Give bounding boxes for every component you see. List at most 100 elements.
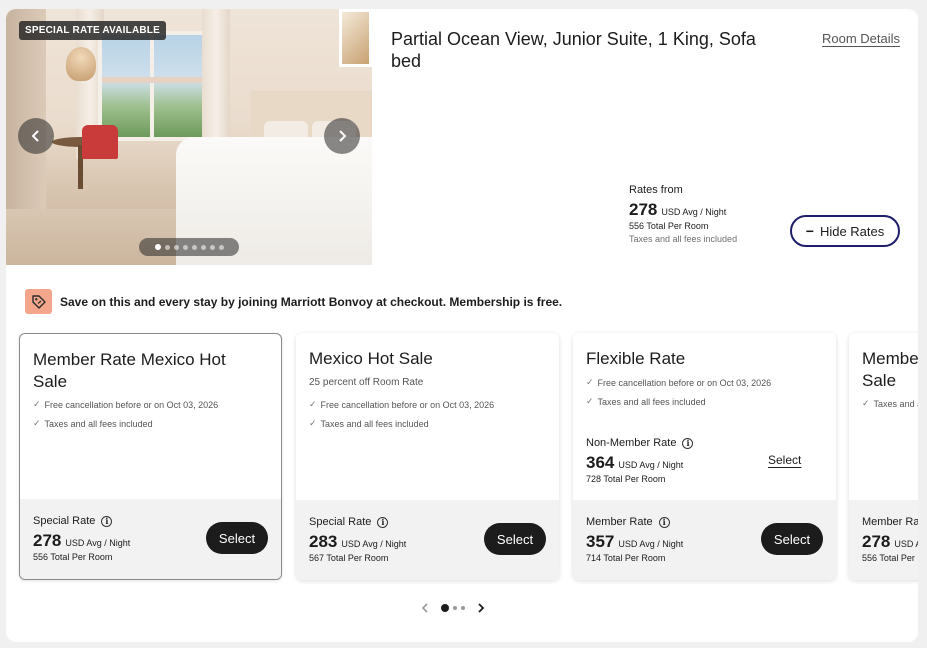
rate-price: 357 xyxy=(586,532,615,551)
photo-prev-button[interactable] xyxy=(18,118,54,154)
photo-dot[interactable] xyxy=(173,244,179,250)
nonmember-rate-block: Non-Member Rate i 364 USD Avg / Night 728 … xyxy=(586,437,694,484)
pager-dot[interactable] xyxy=(441,604,449,612)
rate-feature-text: Taxes and all fees included xyxy=(320,418,429,429)
rate-feature-text: Taxes and all fees included xyxy=(873,398,918,409)
photo-floor xyxy=(6,209,176,265)
photo-dots-indicator[interactable] xyxy=(139,238,239,256)
rates-from-price: 278 xyxy=(629,200,658,219)
rate-price-line: 278USD Avg / Night xyxy=(33,531,130,551)
photo-next-button[interactable] xyxy=(324,118,360,154)
rate-feature-text: Free cancellation before or on Oct 03, 2… xyxy=(44,399,219,410)
rate-price-line: 357 USD Avg / Night xyxy=(586,532,683,552)
bonvoy-promo-banner: Save on this and every stay by joining M… xyxy=(25,289,562,314)
rate-label: Special Rate xyxy=(33,515,96,527)
photo-chair xyxy=(82,125,118,159)
rate-unit: USD Avg / Night xyxy=(341,539,407,549)
chevron-left-icon xyxy=(31,130,39,142)
rate-price: 278 xyxy=(33,531,62,550)
rate-feature-text: Taxes and all fees included xyxy=(44,418,153,429)
room-photo-carousel: SPECIAL RATE AVAILABLE xyxy=(6,9,372,265)
rate-label-row: Special Rate i xyxy=(33,515,130,527)
rate-price-line: 364 USD Avg / Night xyxy=(586,453,693,473)
rate-block: Special Rate i 278 USD Avg / Night 556 Tot… xyxy=(33,515,130,562)
select-button[interactable]: Select xyxy=(761,523,823,555)
photo-dot[interactable] xyxy=(164,244,170,250)
photo-dot[interactable] xyxy=(191,244,197,250)
rate-card-subtitle: 25 percent off Room Rate xyxy=(309,377,424,388)
rate-label-row: Special Rate i xyxy=(309,516,406,528)
hide-rates-label: Hide Rates xyxy=(819,223,885,239)
rate-card[interactable]: Mexico Hot Sale 25 percent off Room Rate… xyxy=(296,333,559,580)
rate-label-row: Non-Member Rate i xyxy=(586,437,694,449)
check-icon: ✓ xyxy=(586,396,594,406)
rate-total: 567 Total Per Room xyxy=(309,553,389,563)
rate-feature: ✓Taxes and all fees included xyxy=(33,418,153,429)
photo-wall-art xyxy=(339,9,372,67)
rate-card-title: Flexible Rate xyxy=(586,349,686,368)
rate-card[interactable]: Member Rate Mexico Hot Sale ✓Taxes and a… xyxy=(849,333,918,580)
rate-block: Member Rate 278USD Avg / Night 556 Total… xyxy=(862,516,918,563)
rate-feature: ✓ Free cancellation before or on Oct 03, … xyxy=(586,377,771,388)
rate-card[interactable]: Member Rate Mexico Hot Sale ✓ Free cancel… xyxy=(19,333,282,580)
rate-price-line: 283 USD Avg / Night xyxy=(309,532,406,552)
select-button[interactable]: Select xyxy=(206,522,268,554)
nonmember-select-link[interactable]: Select xyxy=(768,453,801,467)
photo-dot[interactable] xyxy=(182,244,188,250)
check-icon: ✓ xyxy=(586,377,594,387)
photo-lamp xyxy=(66,47,96,81)
rate-feature: ✓Taxes and all fees included xyxy=(862,398,918,409)
rate-label-row: Member Rate i xyxy=(586,516,683,528)
photo-dot[interactable] xyxy=(218,244,224,250)
rates-from-total: 556 Total Per Room xyxy=(629,221,709,231)
rates-from-price-line: 278 USD Avg / Night xyxy=(629,200,737,220)
room-details-link[interactable]: Room Details xyxy=(822,31,900,46)
rate-label-row: Member Rate xyxy=(862,516,918,528)
rate-price: 283 xyxy=(309,532,338,551)
info-icon[interactable]: i xyxy=(658,516,670,528)
photo-dot[interactable] xyxy=(209,244,215,250)
rate-card-pager xyxy=(418,601,488,615)
pager-next-button[interactable] xyxy=(474,601,488,615)
chevron-right-icon xyxy=(339,130,347,142)
promo-text: Save on this and every stay by joining M… xyxy=(60,294,563,309)
rate-feature: ✓ Free cancellation before or on Oct 03, … xyxy=(33,399,218,410)
select-button[interactable]: Select xyxy=(484,523,546,555)
hide-rates-button[interactable]: − Hide Rates xyxy=(790,215,900,247)
pager-dot[interactable] xyxy=(453,606,457,610)
check-icon: ✓ xyxy=(33,418,41,428)
check-icon: ✓ xyxy=(309,399,317,409)
pager-prev-button[interactable] xyxy=(418,601,432,615)
rate-label: Member Rate xyxy=(862,516,918,528)
check-icon: ✓ xyxy=(862,398,870,408)
pager-dots[interactable] xyxy=(441,604,465,612)
special-rate-badge: SPECIAL RATE AVAILABLE xyxy=(19,21,166,40)
rates-from-taxes: Taxes and all fees included xyxy=(629,234,738,244)
rate-card-title: Mexico Hot Sale xyxy=(309,349,433,368)
info-icon[interactable]: i xyxy=(101,515,113,527)
rate-feature-text: Free cancellation before or on Oct 03, 2… xyxy=(597,377,772,388)
rate-block: Member Rate i 357 USD Avg / Night 714 Tota… xyxy=(586,516,683,563)
rate-feature: ✓Taxes and all fees included xyxy=(309,418,429,429)
check-icon: ✓ xyxy=(33,399,41,409)
rate-card[interactable]: Flexible Rate ✓ Free cancellation before … xyxy=(573,333,836,580)
room-card-panel: SPECIAL RATE AVAILABLE Partial Ocean Vie… xyxy=(6,9,918,642)
rate-block: Special Rate i 283 USD Avg / Night 567 Tot… xyxy=(309,516,406,563)
rate-label: Member Rate xyxy=(586,516,653,528)
photo-dot[interactable] xyxy=(200,244,206,250)
rate-card-footer: Member Rate 278USD Avg / Night 556 Total… xyxy=(849,500,918,580)
chevron-left-icon xyxy=(421,603,428,613)
nonmember-total: 728 Total Per Room xyxy=(586,474,666,484)
info-icon[interactable]: i xyxy=(682,437,694,449)
rate-unit: USD Avg / Night xyxy=(618,539,684,549)
rate-feature: ✓ Free cancellation before or on Oct 03, … xyxy=(309,399,494,410)
pager-dot[interactable] xyxy=(461,606,465,610)
rate-card-footer: Special Rate i 278 USD Avg / Night 556 Tot… xyxy=(20,499,281,579)
rate-feature-text: Free cancellation before or on Oct 03, 2… xyxy=(320,399,495,410)
info-icon[interactable]: i xyxy=(377,516,389,528)
rate-total: 714 Total Per Room xyxy=(586,553,666,563)
photo-dot[interactable] xyxy=(154,244,161,250)
rates-from-unit: USD Avg / Night xyxy=(661,207,727,217)
nonmember-price: 364 xyxy=(586,453,615,472)
rate-price: 278 xyxy=(862,532,891,551)
